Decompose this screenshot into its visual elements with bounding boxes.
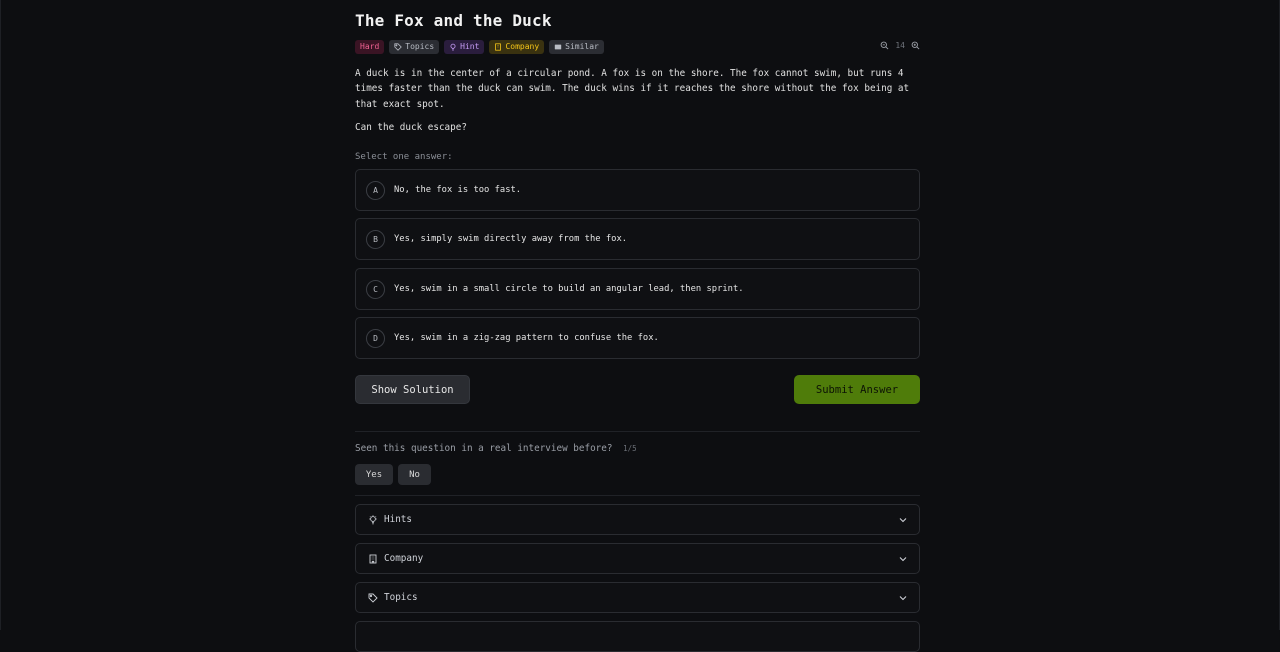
hint-tag[interactable]: Hint xyxy=(444,40,485,54)
lightbulb-icon xyxy=(450,43,456,51)
option-letter: A xyxy=(366,180,385,200)
company-accordion-label: Company xyxy=(384,553,424,564)
interview-seen-count: 1/5 xyxy=(623,444,637,453)
lightbulb-icon xyxy=(369,514,377,524)
page: The Fox and the Duck Hard Topics Hint Co… xyxy=(0,0,1280,652)
option-text: Yes, swim in a zig-zag pattern to confus… xyxy=(394,333,659,343)
company-accordion[interactable]: Company xyxy=(355,543,920,574)
topics-accordion-label: Topics xyxy=(384,592,418,603)
problem-title: The Fox and the Duck xyxy=(355,11,552,30)
answer-prompt: Select one answer: xyxy=(355,152,453,162)
option-text: Yes, simply swim directly away from the … xyxy=(394,234,628,244)
problem-description: A duck is in the center of a circular po… xyxy=(355,68,910,110)
similar-tag[interactable]: Similar xyxy=(549,40,604,54)
difficulty-badge: Hard xyxy=(355,40,385,54)
chevron-down-icon xyxy=(899,596,907,601)
chevron-down-icon xyxy=(899,518,907,523)
tag-row: Hard Topics Hint Company Similar xyxy=(355,40,604,54)
zoom-in-icon[interactable] xyxy=(911,41,920,50)
option-text: No, the fox is too fast. xyxy=(394,185,522,195)
difficulty-label: Hard xyxy=(360,42,380,51)
answer-option-c[interactable]: C Yes, swim in a small circle to build a… xyxy=(355,268,920,310)
option-letter: D xyxy=(366,328,385,348)
option-letter: B xyxy=(366,229,385,249)
hints-accordion[interactable]: Hints xyxy=(355,504,920,535)
option-letter: C xyxy=(366,279,385,299)
interview-seen-question: Seen this question in a real interview b… xyxy=(355,443,637,454)
zoom-out-icon[interactable] xyxy=(880,41,889,50)
left-edge-divider xyxy=(0,0,1,630)
hint-tag-label: Hint xyxy=(460,42,480,51)
tag-icon xyxy=(368,593,378,603)
topics-accordion[interactable]: Topics xyxy=(355,582,920,613)
seen-yes-button[interactable]: Yes xyxy=(355,464,393,485)
building-icon xyxy=(495,43,502,51)
answer-option-b[interactable]: B Yes, simply swim directly away from th… xyxy=(355,218,920,260)
topics-tag[interactable]: Topics xyxy=(389,40,440,54)
list-icon xyxy=(554,44,562,50)
show-solution-button[interactable]: Show Solution xyxy=(355,375,470,404)
section-divider xyxy=(355,431,920,432)
chevron-down-icon xyxy=(899,557,907,562)
topics-tag-label: Topics xyxy=(405,42,435,51)
company-tag-label: Company xyxy=(505,42,540,51)
section-divider xyxy=(355,495,920,496)
company-tag[interactable]: Company xyxy=(489,40,545,54)
answer-option-d[interactable]: D Yes, swim in a zig-zag pattern to conf… xyxy=(355,317,920,359)
seen-no-button[interactable]: No xyxy=(398,464,431,485)
hints-accordion-label: Hints xyxy=(384,514,412,525)
building-icon xyxy=(369,554,377,563)
option-text: Yes, swim in a small circle to build an … xyxy=(394,284,744,294)
tag-icon xyxy=(394,43,403,51)
problem-question: Can the duck escape? xyxy=(355,122,467,133)
zoom-level: 14 xyxy=(895,41,905,50)
interview-seen-text: Seen this question in a real interview b… xyxy=(355,443,613,454)
zoom-control: 14 xyxy=(880,41,920,50)
collapsed-accordion[interactable] xyxy=(355,621,920,652)
submit-answer-button[interactable]: Submit Answer xyxy=(794,375,920,404)
similar-tag-label: Similar xyxy=(565,42,599,51)
answer-option-a[interactable]: A No, the fox is too fast. xyxy=(355,169,920,211)
